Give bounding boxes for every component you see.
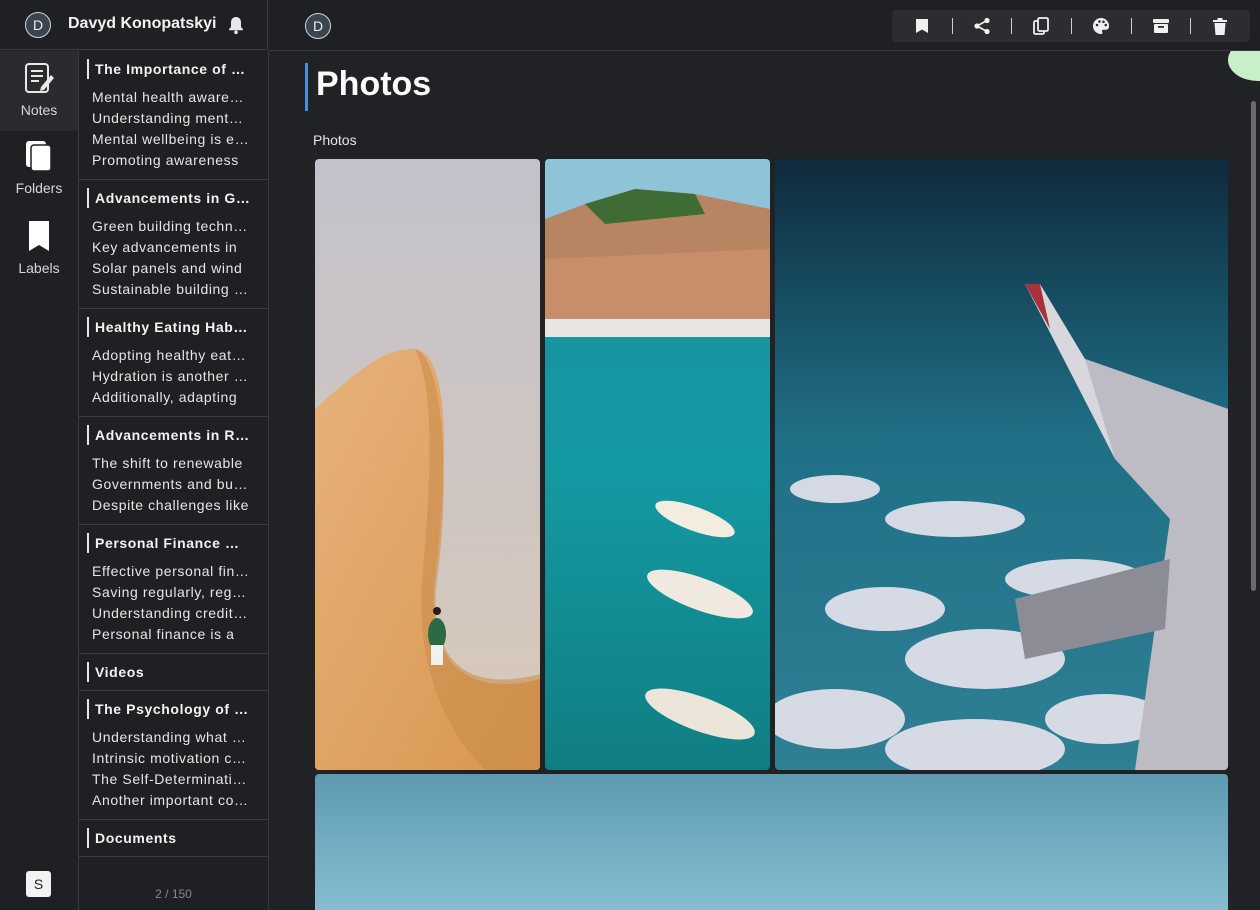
copy-icon[interactable]	[1011, 10, 1071, 42]
note-title: Healthy Eating Habits	[87, 317, 250, 337]
note-title: Documents	[87, 828, 250, 848]
note-list-item[interactable]: Personal Finance Management Effective per…	[79, 525, 268, 654]
note-toolbar	[892, 10, 1250, 42]
note-list-item[interactable]: Innovations in Sustainable	[79, 857, 268, 859]
folders-icon	[26, 141, 52, 172]
page-title[interactable]: Photos	[305, 63, 431, 111]
rail-label: Labels	[18, 260, 60, 276]
main-scrollbar[interactable]	[1251, 101, 1256, 591]
note-title: Advancements in Green Building	[87, 188, 250, 208]
note-preview-line: Personal finance is a	[92, 626, 235, 642]
label-icon[interactable]	[892, 10, 952, 42]
note-preview-line: Governments and businesses	[92, 476, 249, 492]
photo-airplane-wing[interactable]	[775, 159, 1228, 770]
share-icon[interactable]	[951, 10, 1012, 42]
notes-list: The Importance of Mental Health Mental he…	[79, 51, 268, 859]
note-preview-line: Mental wellbeing is essential	[92, 131, 249, 147]
user-avatar[interactable]: D	[25, 12, 51, 38]
note-preview-line: Key advancements in	[92, 239, 238, 255]
note-list-item[interactable]: Advancements in Renewable Energy The shif…	[79, 417, 268, 525]
user-name: Davyd Konopatskyi	[68, 15, 217, 32]
note-title: Videos	[87, 662, 250, 682]
note-preview-line: Saving regularly, regardless	[92, 584, 249, 600]
note-preview-line: Intrinsic motivation comes	[92, 750, 249, 766]
rail-item-notes[interactable]: Notes	[0, 51, 78, 131]
note-preview-line: Adopting healthy eating	[92, 347, 249, 363]
note-preview-line: Understanding what drives	[92, 729, 249, 745]
note-title: Advancements in Renewable Energy	[87, 425, 250, 445]
note-preview-line: Additionally, adapting	[92, 389, 238, 405]
archive-icon[interactable]	[1130, 10, 1191, 42]
note-preview-line: Another important concept	[92, 792, 249, 808]
note-preview-line: Hydration is another key	[92, 368, 249, 384]
note-title: Personal Finance Management	[87, 533, 250, 553]
notes-icon	[25, 63, 54, 93]
rail-label: Folders	[15, 180, 63, 196]
note-preview-line: Understanding credit scores	[92, 605, 249, 621]
note-preview-line: Solar panels and wind	[92, 260, 243, 276]
labels-icon	[29, 221, 49, 251]
note-preview-line: Sustainable building practices	[92, 281, 249, 297]
nav-rail: Notes Folders Labels S	[0, 51, 79, 910]
editor-header: D	[269, 0, 1260, 51]
photo-harbor[interactable]	[545, 159, 770, 770]
notes-list-panel: The Importance of Mental Health Mental he…	[79, 51, 269, 910]
note-list-item[interactable]: Videos	[79, 654, 268, 691]
photo-sky[interactable]	[315, 774, 1228, 910]
rail-item-folders[interactable]: Folders	[0, 139, 78, 211]
note-preview-line: Green building technology	[92, 218, 249, 234]
note-preview-line: Mental health awareness	[92, 89, 249, 105]
note-title: The Psychology of Motivation	[87, 699, 250, 719]
note-list-item[interactable]: The Importance of Mental Health Mental he…	[79, 51, 268, 180]
user-bar: D Davyd Konopatskyi	[0, 0, 268, 50]
palette-icon[interactable]	[1071, 10, 1131, 42]
rail-item-labels[interactable]: Labels	[0, 219, 78, 291]
note-preview-line: Effective personal finance	[92, 563, 249, 579]
pagination-indicator: 2 / 150	[155, 887, 192, 901]
decorative-blob	[1228, 51, 1260, 81]
note-preview-line: Despite challenges like	[92, 497, 249, 513]
settings-avatar[interactable]: S	[26, 871, 51, 897]
note-list-item[interactable]: Documents	[79, 820, 268, 857]
collaborator-avatar[interactable]: D	[305, 13, 331, 39]
note-preview-line: The shift to renewable	[92, 455, 243, 471]
note-preview-line: The Self-Determination Theory	[92, 771, 249, 787]
note-preview-line: Understanding mental health	[92, 110, 249, 126]
note-list-item[interactable]: The Psychology of Motivation Understandin…	[79, 691, 268, 820]
photo-desert[interactable]	[315, 159, 540, 770]
bell-icon[interactable]	[226, 15, 246, 40]
note-list-item[interactable]: Advancements in Green Building Green buil…	[79, 180, 268, 309]
section-label: Photos	[313, 132, 357, 148]
note-title: The Importance of Mental Health	[87, 59, 250, 79]
note-list-item[interactable]: Healthy Eating Habits Adopting healthy ea…	[79, 309, 268, 417]
note-preview-line: Promoting awareness	[92, 152, 239, 168]
note-editor: Photos Photos	[269, 51, 1260, 910]
rail-label: Notes	[20, 102, 58, 118]
trash-icon[interactable]	[1190, 10, 1250, 42]
